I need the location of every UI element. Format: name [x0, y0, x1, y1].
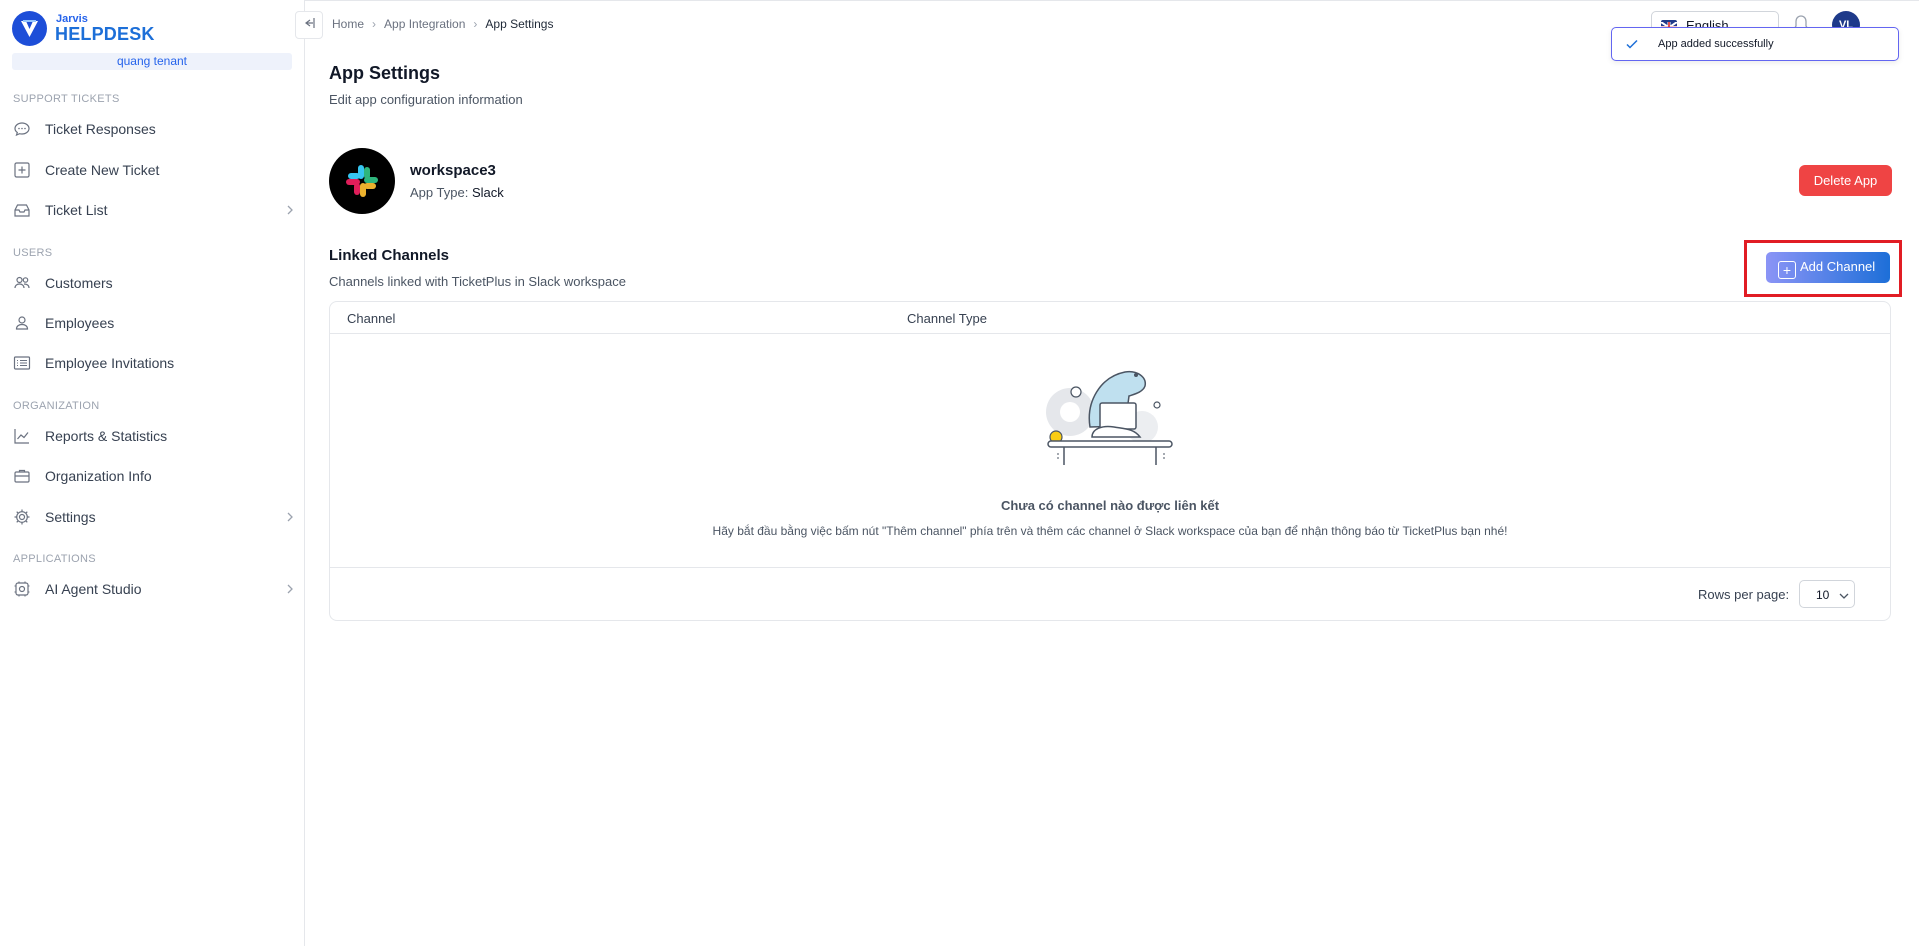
rows-per-page-value: 10 [1816, 588, 1830, 602]
add-channel-button[interactable]: + Add Channel [1766, 252, 1890, 283]
table-footer-divider [330, 567, 1890, 568]
brand-name: HELPDESK [55, 24, 155, 44]
sidebar-item-label: Ticket Responses [45, 121, 156, 137]
sidebar-item-ticket-list[interactable]: Ticket List [0, 194, 304, 226]
toast-message: App added successfully [1658, 38, 1774, 50]
sidebar-item-customers[interactable]: Customers [0, 267, 304, 299]
breadcrumb: Home › App Integration › App Settings [332, 17, 553, 31]
sidebar-item-employee-invitations[interactable]: Employee Invitations [0, 347, 304, 379]
empty-state-message: Hãy bắt đầu bằng việc bấm nút "Thêm chan… [712, 524, 1508, 538]
gear-icon [13, 508, 31, 526]
chevron-down-icon [1839, 589, 1849, 603]
chevron-right-icon: › [372, 17, 377, 31]
channels-table: Channel Channel Type Chưa có channel nào… [329, 301, 1891, 621]
section-users: USERS [13, 247, 53, 259]
breadcrumb-home[interactable]: Home [332, 17, 364, 31]
success-toast: App added successfully [1611, 27, 1899, 61]
page-title: App Settings [329, 63, 440, 83]
checkmark-icon [1625, 37, 1639, 56]
tenant-selector[interactable]: quang tenant [12, 53, 292, 70]
sidebar-item-reports-statistics[interactable]: Reports & Statistics [0, 420, 304, 452]
linked-channels-subtitle: Channels linked with TicketPlus in Slack… [329, 274, 626, 289]
sidebar-item-label: Settings [45, 509, 96, 525]
helpdesk-logo-icon[interactable] [12, 11, 47, 46]
sidebar-item-label: Create New Ticket [45, 162, 160, 178]
users-icon [13, 274, 31, 292]
app-type-label: App Type: [410, 185, 469, 200]
chip-icon [13, 580, 31, 598]
sidebar-item-settings[interactable]: Settings [0, 501, 304, 533]
breadcrumb-app-integration[interactable]: App Integration [384, 17, 465, 31]
briefcase-icon [13, 467, 31, 485]
linked-channels-title: Linked Channels [329, 247, 450, 264]
inbox-icon [13, 201, 31, 219]
section-organization: ORGANIZATION [13, 400, 100, 412]
collapse-left-icon [303, 16, 315, 34]
sidebar-item-label: Organization Info [45, 468, 152, 484]
sidebar-item-ai-agent-studio[interactable]: AI Agent Studio [0, 573, 304, 605]
chart-line-icon [13, 427, 31, 445]
user-icon [13, 314, 31, 332]
sidebar-item-create-new-ticket[interactable]: Create New Ticket [0, 154, 304, 186]
plus-square-icon [13, 161, 31, 179]
chevron-right-icon [286, 202, 296, 218]
sidebar-item-label: AI Agent Studio [45, 581, 142, 597]
rows-per-page-label: Rows per page: [1698, 587, 1790, 602]
sidebar-item-label: Customers [45, 275, 113, 291]
delete-app-button[interactable]: Delete App [1799, 165, 1892, 196]
section-applications: APPLICATIONS [13, 553, 96, 565]
empty-state-illustration [1030, 357, 1190, 477]
app-name: workspace3 [410, 162, 496, 179]
sidebar-item-employees[interactable]: Employees [0, 307, 304, 339]
chevron-right-icon [286, 509, 296, 525]
sidebar-item-label: Employees [45, 315, 115, 331]
breadcrumb-current: App Settings [485, 17, 554, 31]
sidebar-item-label: Employee Invitations [45, 355, 175, 371]
column-header-channel[interactable]: Channel [347, 311, 395, 326]
rows-per-page-select[interactable]: 10 [1799, 580, 1855, 608]
app-type-value: Slack [471, 185, 504, 200]
slack-logo-icon [329, 148, 395, 214]
section-support-tickets: SUPPORT TICKETS [13, 93, 120, 105]
empty-state-title: Chưa có channel nào được liên kết [1000, 498, 1220, 513]
collapse-sidebar-button[interactable] [295, 11, 323, 39]
chevron-right-icon [286, 581, 296, 597]
column-header-channel-type[interactable]: Channel Type [907, 311, 987, 326]
table-header: Channel Channel Type [330, 302, 1890, 334]
add-channel-label: Add Channel [1800, 259, 1876, 274]
sidebar-item-label: Reports & Statistics [45, 428, 168, 444]
chat-bubble-icon [13, 120, 31, 138]
sidebar-item-organization-info[interactable]: Organization Info [0, 460, 304, 492]
app-type: App Type: Slack [410, 185, 504, 200]
page-subtitle: Edit app configuration information [329, 92, 523, 107]
plus-icon: + [1778, 261, 1796, 279]
list-icon [13, 354, 31, 372]
sidebar: Jarvis HELPDESK quang tenant SUPPORT TIC… [0, 0, 305, 946]
chevron-right-icon: › [473, 17, 478, 31]
sidebar-item-ticket-responses[interactable]: Ticket Responses [0, 113, 304, 145]
sidebar-item-label: Ticket List [45, 202, 108, 218]
